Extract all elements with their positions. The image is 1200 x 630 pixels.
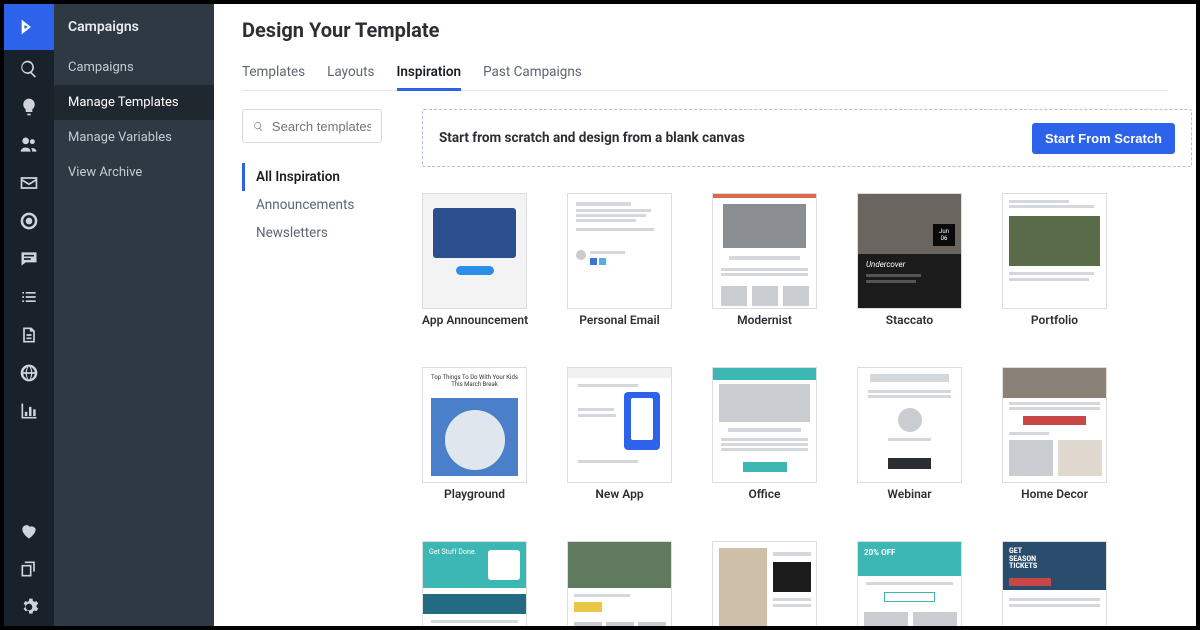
template-card[interactable]: 20% OFF — [857, 541, 962, 626]
list-icon[interactable] — [4, 278, 54, 316]
gear-icon[interactable] — [4, 588, 54, 626]
template-card[interactable]: Portfolio — [1002, 193, 1107, 327]
tab-templates[interactable]: Templates — [242, 56, 305, 90]
template-card[interactable]: Office — [712, 367, 817, 501]
templates-grid: App Announcement — [422, 193, 1192, 626]
filter-all-inspiration[interactable]: All Inspiration — [242, 163, 422, 191]
sidebar-item-view-archive[interactable]: View Archive — [54, 155, 214, 190]
filter-announcements[interactable]: Announcements — [242, 191, 422, 219]
document-icon[interactable] — [4, 316, 54, 354]
tab-inspiration[interactable]: Inspiration — [397, 56, 462, 90]
filter-newsletters[interactable]: Newsletters — [242, 219, 422, 247]
template-card[interactable]: Home Decor — [1002, 367, 1107, 501]
sidebar-title: Campaigns — [54, 4, 214, 50]
globe-icon[interactable] — [4, 354, 54, 392]
template-card[interactable]: Get Stuff Done. — [422, 541, 527, 626]
chart-icon[interactable] — [4, 392, 54, 430]
sidebar: Campaigns Campaigns Manage Templates Man… — [54, 4, 214, 626]
template-card[interactable]: App Announcement — [422, 193, 527, 327]
tab-past-campaigns[interactable]: Past Campaigns — [483, 56, 582, 90]
scratch-text: Start from scratch and design from a bla… — [439, 130, 745, 146]
filters: All Inspiration Announcements Newsletter… — [242, 163, 422, 247]
start-from-scratch-button[interactable]: Start From Scratch — [1032, 123, 1175, 154]
search-icon — [253, 120, 264, 133]
app-logo[interactable] — [4, 4, 54, 50]
sidebar-item-campaigns[interactable]: Campaigns — [54, 50, 214, 85]
template-card[interactable]: New App — [567, 367, 672, 501]
users-icon[interactable] — [4, 126, 54, 164]
search-input[interactable] — [272, 119, 371, 134]
template-card[interactable]: Top Things To Do With Your Kids This Mar… — [422, 367, 527, 501]
iconbar — [4, 4, 54, 626]
template-card[interactable]: Undercover Jun06 Staccato — [857, 193, 962, 327]
chat-icon[interactable] — [4, 240, 54, 278]
template-card[interactable]: Webinar — [857, 367, 962, 501]
search-input-wrapper[interactable] — [242, 109, 382, 143]
template-card[interactable]: GETSEASONTICKETS — [1002, 541, 1107, 626]
target-icon[interactable] — [4, 202, 54, 240]
tabs: Templates Layouts Inspiration Past Campa… — [242, 56, 1168, 91]
tab-layouts[interactable]: Layouts — [327, 56, 374, 90]
scratch-banner: Start from scratch and design from a bla… — [422, 109, 1192, 167]
search-icon[interactable] — [4, 50, 54, 88]
template-card[interactable] — [712, 541, 817, 626]
page-title: Design Your Template — [242, 18, 1168, 42]
copy-icon[interactable] — [4, 550, 54, 588]
sidebar-item-manage-variables[interactable]: Manage Variables — [54, 120, 214, 155]
main: Design Your Template Templates Layouts I… — [214, 4, 1196, 626]
template-card[interactable] — [567, 541, 672, 626]
template-card[interactable]: Modernist — [712, 193, 817, 327]
lightbulb-icon[interactable] — [4, 88, 54, 126]
template-card[interactable]: Personal Email — [567, 193, 672, 327]
envelope-icon[interactable] — [4, 164, 54, 202]
sidebar-item-manage-templates[interactable]: Manage Templates — [54, 85, 214, 120]
heart-icon[interactable] — [4, 512, 54, 550]
